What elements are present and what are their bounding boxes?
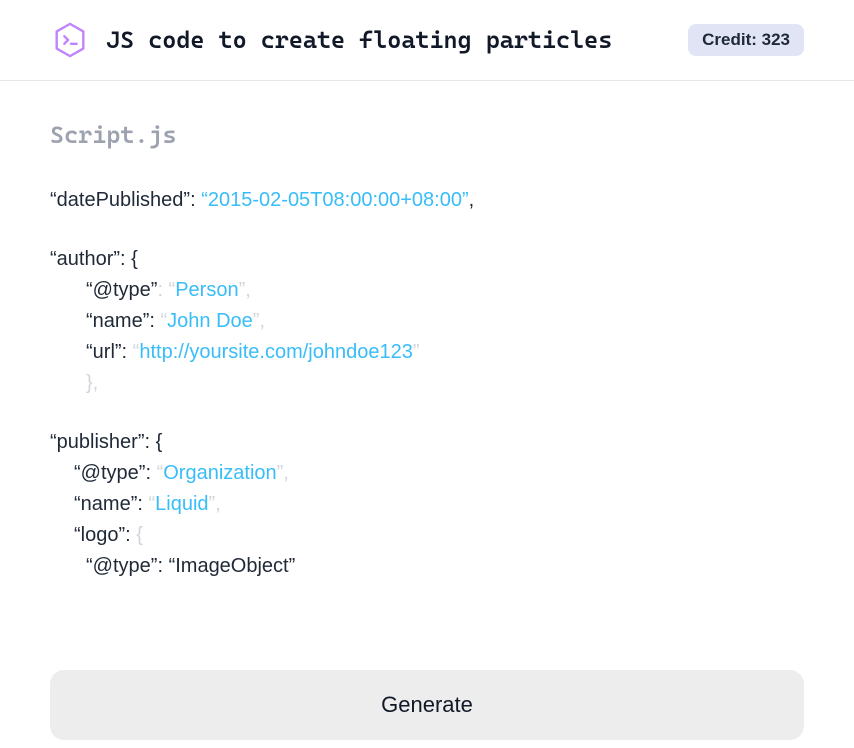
credit-badge: Credit: 323 [688,24,804,56]
code-value: http://yoursite.com/johndoe123 [139,341,413,363]
terminal-icon [50,20,90,60]
code-key: “url” [86,341,122,363]
header: JS code to create floating particles Cre… [0,0,854,81]
code-key: “@type” [74,462,145,484]
content-area: Script.js “datePublished”: “2015-02-05T0… [0,81,854,630]
code-value: Liquid [155,493,208,515]
code-key: “author” [50,248,120,270]
code-key: “name” [86,310,149,332]
code-key: “@type” [86,555,157,577]
filename-label: Script.js [50,121,804,149]
code-value: Organization [163,462,276,484]
code-key: “publisher” [50,431,144,453]
page-title: JS code to create floating particles [106,26,672,54]
code-key: “name” [74,493,137,515]
code-key: “logo” [74,524,125,546]
code-key: “datePublished” [50,189,190,211]
generate-button[interactable]: Generate [50,670,804,740]
code-value: “2015-02-05T08:00:00+08:00” [201,189,468,211]
code-value: Person [175,279,238,301]
code-key: “@type” [86,279,157,301]
code-block: “datePublished”: “2015-02-05T08:00:00+08… [50,185,804,582]
code-value: “ImageObject” [169,555,296,577]
code-value: John Doe [167,310,253,332]
